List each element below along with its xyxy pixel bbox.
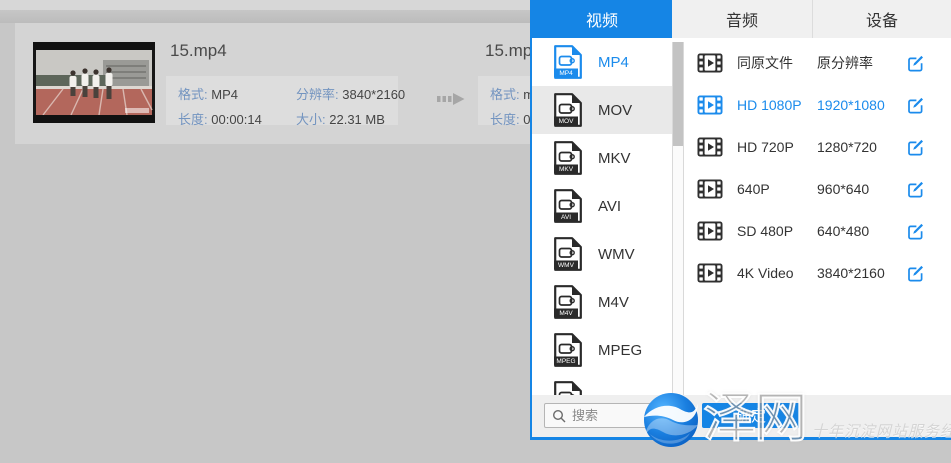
source-size: 大小: 22.31 MB xyxy=(296,109,405,128)
video-thumbnail xyxy=(33,42,155,123)
filmstrip-icon xyxy=(697,53,723,73)
edit-icon[interactable] xyxy=(906,138,925,157)
format-popup: 视频 音频 设备 MP4 MP4 MOV MOV MKV MKV AVI AVI… xyxy=(530,0,951,440)
edit-icon[interactable] xyxy=(906,96,925,115)
resolution-item-original[interactable]: 同原文件 原分辨率 xyxy=(684,42,951,84)
svg-text:MOV: MOV xyxy=(559,118,574,125)
filmstrip-icon xyxy=(697,179,723,199)
resolution-item-720p[interactable]: HD 720P 1280*720 xyxy=(684,126,951,168)
svg-text:MP4: MP4 xyxy=(559,70,573,77)
edit-icon[interactable] xyxy=(906,180,925,199)
svg-text:WMV: WMV xyxy=(558,262,575,269)
svg-text:MKV: MKV xyxy=(559,166,574,173)
search-input[interactable] xyxy=(572,408,660,423)
filmstrip-icon xyxy=(697,263,723,283)
popup-tabs: 视频 音频 设备 xyxy=(532,0,951,38)
edit-icon[interactable] xyxy=(906,264,925,283)
source-resolution: 分辨率: 3840*2160 xyxy=(296,84,405,103)
format-item-mpeg[interactable]: MPEG MPEG xyxy=(532,326,672,374)
filmstrip-icon xyxy=(697,137,723,157)
source-file-title: 15.mp4 xyxy=(170,41,227,61)
format-item-mov[interactable]: MOV MOV xyxy=(532,86,672,134)
confirm-button[interactable]: 确定 xyxy=(702,403,800,428)
edit-icon[interactable] xyxy=(906,222,925,241)
format-item-m4v[interactable]: M4V M4V xyxy=(532,278,672,326)
format-list-scrollbar[interactable] xyxy=(672,42,684,426)
tab-device[interactable]: 设备 xyxy=(812,0,951,38)
resolution-panel: 同原文件 原分辨率 HD 1080P 1920*1080 HD 720P 128… xyxy=(684,38,951,395)
popup-footer: 确定 xyxy=(532,395,951,437)
convert-arrow-icon xyxy=(437,91,465,107)
source-format: 格式: MP4 xyxy=(178,84,296,103)
format-item-mp4[interactable]: MP4 MP4 xyxy=(532,38,672,86)
filmstrip-icon xyxy=(697,95,723,115)
tab-audio[interactable]: 音频 xyxy=(672,0,812,38)
scrollbar-thumb[interactable] xyxy=(673,42,683,146)
format-item-wmv[interactable]: WMV WMV xyxy=(532,230,672,278)
svg-text:AVI: AVI xyxy=(561,214,571,221)
svg-text:MPEG: MPEG xyxy=(556,358,575,365)
edit-icon[interactable] xyxy=(906,54,925,73)
resolution-item-640p[interactable]: 640P 960*640 xyxy=(684,168,951,210)
search-box xyxy=(544,403,670,428)
source-duration: 长度: 00:00:14 xyxy=(178,109,296,128)
format-item-partial[interactable] xyxy=(532,374,672,395)
svg-text:M4V: M4V xyxy=(559,310,573,317)
search-icon xyxy=(552,409,566,423)
resolution-item-1080p[interactable]: HD 1080P 1920*1080 xyxy=(684,84,951,126)
format-item-avi[interactable]: AVI AVI xyxy=(532,182,672,230)
format-item-mkv[interactable]: MKV MKV xyxy=(532,134,672,182)
resolution-item-4k[interactable]: 4K Video 3840*2160 xyxy=(684,252,951,294)
format-list: MP4 MP4 MOV MOV MKV MKV AVI AVI WMV WMV … xyxy=(532,38,672,395)
app-window: 15.mp4 格式: MP4 分辨率: 3840*2160 长度: 00:00:… xyxy=(0,0,951,463)
resolution-item-480p[interactable]: SD 480P 640*480 xyxy=(684,210,951,252)
filmstrip-icon xyxy=(697,221,723,241)
tab-video[interactable]: 视频 xyxy=(532,0,672,38)
source-file-info: 格式: MP4 分辨率: 3840*2160 长度: 00:00:14 大小: … xyxy=(166,76,398,125)
